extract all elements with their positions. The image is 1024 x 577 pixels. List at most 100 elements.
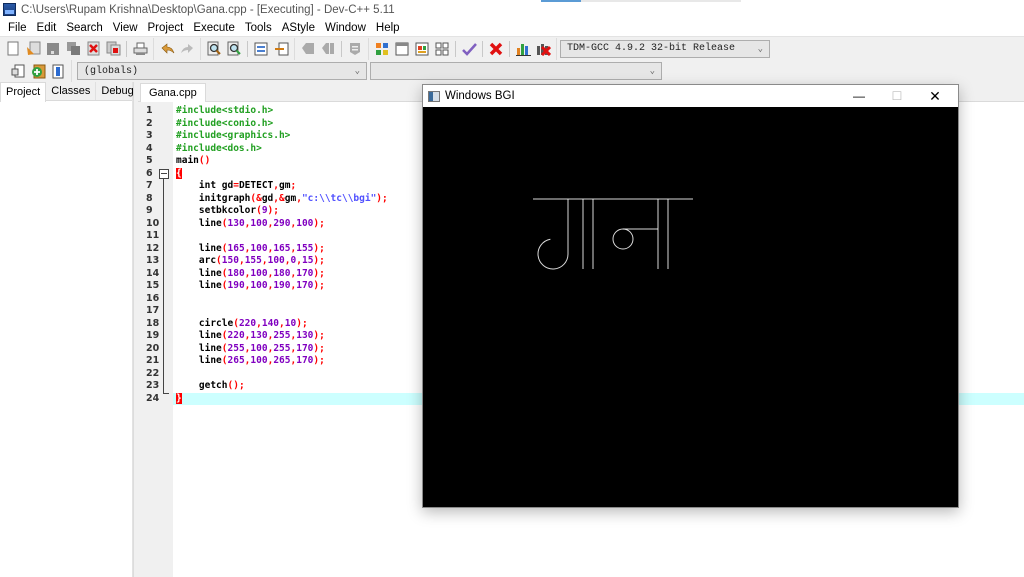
chevron-down-icon: ⌄ [649, 66, 655, 76]
menu-view[interactable]: View [108, 22, 143, 34]
project-options-button[interactable] [9, 62, 27, 80]
scope-select[interactable]: (globals) ⌄ [77, 62, 367, 80]
code-line[interactable]: line(165,100,165,155); [176, 243, 325, 256]
line-number: 3 [146, 130, 153, 141]
undo-button[interactable] [158, 40, 176, 58]
toggle-comment-button[interactable] [346, 40, 364, 58]
close-all-button[interactable] [104, 40, 122, 58]
delete-profile-button[interactable] [534, 40, 552, 58]
menu-astyle[interactable]: AStyle [277, 22, 320, 34]
project-options-icon [11, 64, 25, 78]
code-line[interactable]: setbkcolor(9); [176, 205, 279, 218]
menu-execute[interactable]: Execute [188, 22, 240, 34]
layout-button[interactable] [433, 40, 451, 58]
menu-project[interactable]: Project [143, 22, 189, 34]
toolbar-separator [247, 40, 248, 57]
maximize-button[interactable]: ☐ [878, 85, 916, 107]
menu-file[interactable]: File [3, 22, 32, 34]
window-title: C:\Users\Rupam Krishna\Desktop\Gana.cpp … [21, 3, 395, 16]
bgi-titlebar[interactable]: Windows BGI — ☐ ✕ [423, 85, 958, 107]
compiler-select[interactable]: TDM-GCC 4.9.2 32-bit Release ⌄ [560, 39, 770, 58]
tab-classes[interactable]: Classes [46, 82, 97, 100]
delete-profile-icon [536, 43, 551, 56]
toolbar-separator [482, 40, 483, 57]
tab-gana-cpp[interactable]: Gana.cpp [140, 83, 206, 103]
code-line[interactable]: line(180,100,180,170); [176, 268, 325, 281]
menu-help[interactable]: Help [371, 22, 405, 34]
open-file-button[interactable] [24, 40, 42, 58]
toolbar-separator [509, 40, 510, 57]
toggle-bookmark-button[interactable] [272, 40, 290, 58]
code-line[interactable]: getch(); [176, 380, 245, 393]
code-line[interactable]: #include<conio.h> [176, 118, 273, 131]
unindent-icon [302, 43, 314, 54]
line-number: 4 [146, 142, 153, 154]
save-button[interactable] [44, 40, 62, 58]
code-line[interactable]: line(255,100,255,170); [176, 343, 325, 356]
code-line[interactable]: circle(220,140,10); [176, 318, 308, 331]
line-number: 1 [146, 105, 153, 116]
bgi-graphics-canvas [423, 107, 958, 507]
code-line[interactable]: initgraph(&gd,&gm,"c:\\tc\\bgi"); [176, 193, 388, 206]
code-line[interactable]: #include<dos.h> [176, 143, 262, 156]
close-icon: ✕ [929, 87, 941, 104]
bgi-circle [612, 228, 634, 250]
replace-button[interactable] [225, 40, 243, 58]
code-line[interactable]: line(190,100,190,170); [176, 280, 325, 293]
save-icon [47, 42, 59, 55]
fold-end-marker [163, 393, 169, 394]
check-syntax-button[interactable] [460, 40, 478, 58]
code-line[interactable]: { [176, 167, 182, 181]
scope-toolbar: (globals) ⌄ ⌄ [71, 60, 665, 82]
code-line[interactable]: line(220,130,255,130); [176, 330, 325, 343]
close-button[interactable]: ✕ [916, 85, 954, 107]
stop-execution-button[interactable] [487, 40, 505, 58]
menu-window[interactable]: Window [320, 22, 371, 34]
close-all-icon [106, 41, 120, 56]
indent-button[interactable] [319, 40, 337, 58]
add-to-project-button[interactable] [29, 62, 47, 80]
new-project-button[interactable] [373, 40, 391, 58]
code-line[interactable]: line(265,100,265,170); [176, 355, 325, 368]
find-button[interactable] [205, 40, 223, 58]
menu-edit[interactable]: Edit [32, 22, 62, 34]
class-browser-button[interactable] [413, 40, 431, 58]
window-icon [395, 42, 409, 55]
devcpp-app-icon [3, 3, 16, 16]
code-line[interactable]: line(130,100,290,100); [176, 218, 325, 231]
fold-guide [163, 178, 164, 393]
code-line[interactable]: #include<stdio.h> [176, 105, 273, 118]
print-button[interactable] [131, 40, 149, 58]
project-panel-tabs: Project Classes Debug [0, 82, 140, 102]
save-all-icon [66, 42, 80, 55]
tab-project[interactable]: Project [0, 82, 47, 102]
line-number: 5 [146, 155, 153, 166]
class-browser-icon [415, 42, 429, 55]
fold-toggle[interactable] [159, 168, 169, 179]
code-line[interactable]: } [176, 392, 182, 406]
add-file-icon [31, 64, 45, 78]
redo-button[interactable] [178, 40, 196, 58]
code-line[interactable]: main() [176, 155, 210, 168]
menu-tools[interactable]: Tools [240, 22, 277, 34]
code-line[interactable]: #include<graphics.h> [176, 130, 290, 143]
window-button[interactable] [393, 40, 411, 58]
code-line[interactable]: arc(150,155,100,0,15); [176, 255, 325, 268]
project-toolbar [0, 60, 71, 82]
goto-line-icon [254, 42, 268, 55]
function-select[interactable]: ⌄ [370, 62, 662, 80]
project-panel: Project Classes Debug [0, 82, 140, 577]
code-line[interactable]: int gd=DETECT,gm; [176, 180, 296, 193]
unindent-button[interactable] [299, 40, 317, 58]
goto-line-button[interactable] [252, 40, 270, 58]
menu-search[interactable]: Search [61, 22, 107, 34]
close-file-button[interactable] [84, 40, 102, 58]
minimize-button[interactable]: — [840, 85, 878, 107]
remove-from-project-button[interactable] [49, 62, 67, 80]
new-file-button[interactable] [4, 40, 22, 58]
undo-icon [161, 42, 174, 54]
minimize-icon: — [853, 89, 865, 103]
save-all-button[interactable] [64, 40, 82, 58]
red-x-icon [489, 42, 503, 55]
profile-button[interactable] [514, 40, 532, 58]
